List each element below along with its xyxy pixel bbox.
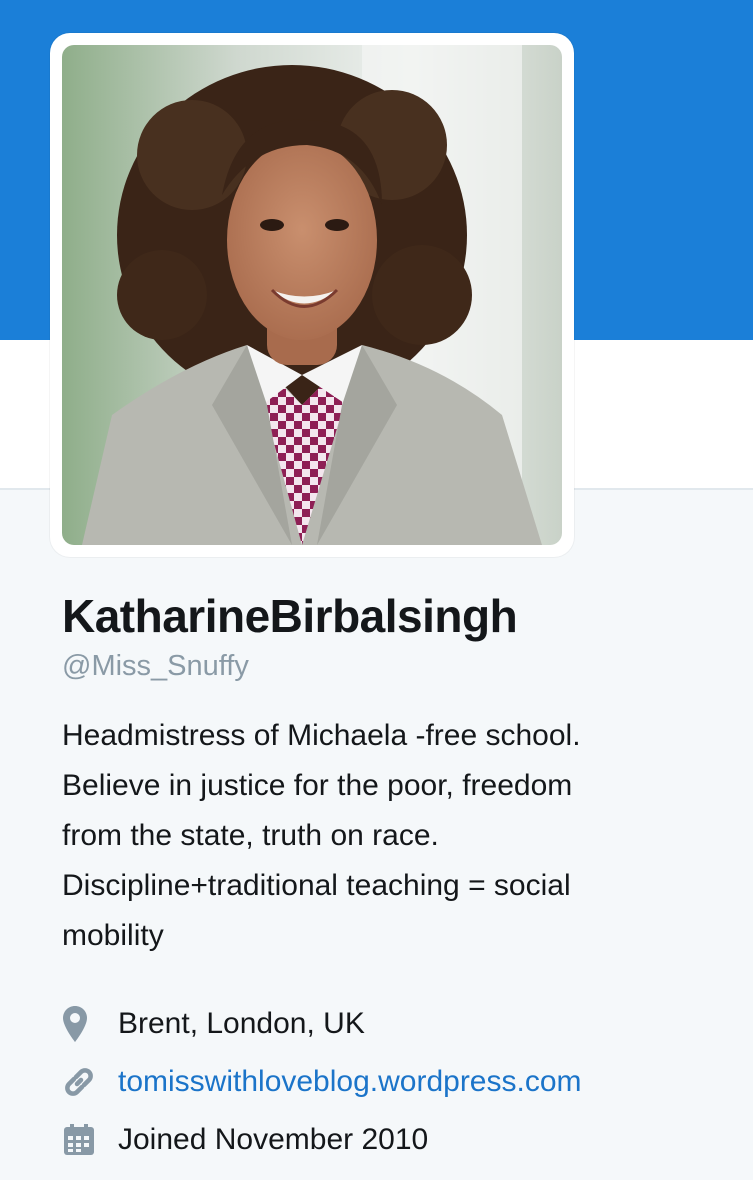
location-pin-icon [62, 1004, 102, 1044]
profile-info: KatharineBirbalsingh @Miss_Snuffy Headmi… [62, 585, 722, 1169]
bio-line: Believe in justice for the poor, freedom [62, 769, 573, 802]
link-icon [62, 1062, 102, 1102]
bio-line: Headmistress of Michaela -free school. [62, 719, 581, 752]
calendar-icon [62, 1120, 102, 1160]
joined-row: Joined November 2010 [62, 1111, 722, 1169]
joined-text: Joined November 2010 [118, 1123, 429, 1156]
display-name[interactable]: KatharineBirbalsingh [62, 585, 722, 647]
bio: Headmistress of Michaela -free school. B… [62, 711, 722, 961]
bio-line: from the state, truth on race. [62, 819, 439, 852]
website-link[interactable]: tomisswithloveblog.wordpress.com [118, 1065, 582, 1099]
profile-meta: Brent, London, UK tomisswithloveblog.wor… [62, 995, 722, 1169]
bio-line: mobility [62, 919, 164, 952]
location-text: Brent, London, UK [118, 1007, 365, 1040]
avatar-photo [62, 45, 562, 545]
user-handle[interactable]: @Miss_Snuffy [62, 647, 722, 685]
website-row: tomisswithloveblog.wordpress.com [62, 1053, 722, 1111]
avatar[interactable] [50, 33, 574, 557]
bio-line: Discipline+traditional teaching = social [62, 869, 571, 902]
location-row: Brent, London, UK [62, 995, 722, 1053]
